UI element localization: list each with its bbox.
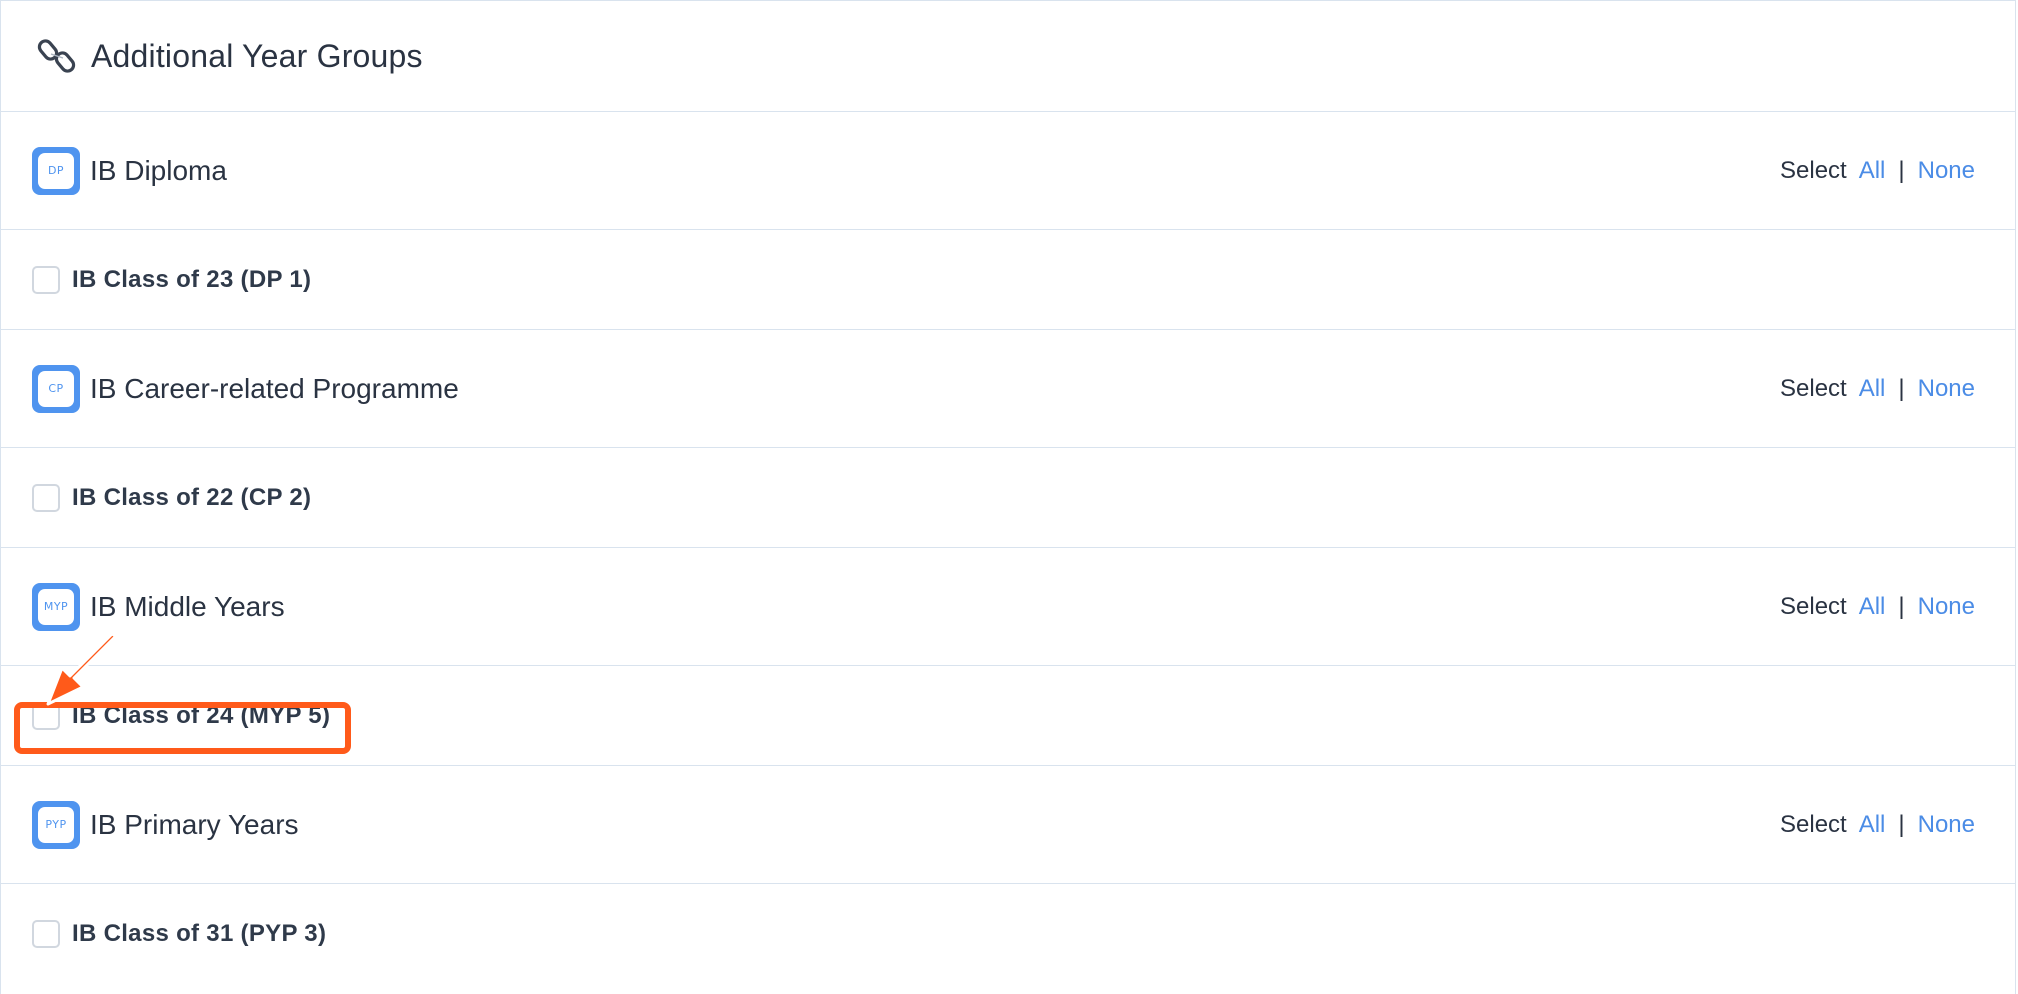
programme-row-diploma: DP IB Diploma Select All | None bbox=[1, 112, 2015, 230]
year-group-checkbox[interactable] bbox=[32, 920, 60, 948]
programme-name: IB Primary Years bbox=[90, 808, 299, 840]
select-label: Select bbox=[1780, 592, 1847, 620]
select-all-link[interactable]: All bbox=[1859, 593, 1886, 621]
programme-name: IB Middle Years bbox=[90, 590, 285, 622]
select-controls: Select All | None bbox=[1780, 375, 1975, 403]
separator: | bbox=[1898, 810, 1905, 838]
separator: | bbox=[1898, 156, 1905, 184]
link-icon bbox=[37, 39, 76, 73]
select-controls: Select All | None bbox=[1780, 157, 1975, 185]
select-none-link[interactable]: None bbox=[1918, 375, 1975, 403]
select-controls: Select All | None bbox=[1780, 593, 1975, 621]
select-all-link[interactable]: All bbox=[1859, 375, 1886, 403]
year-group-row[interactable]: IB Class of 22 (CP 2) bbox=[1, 448, 2015, 548]
programme-row-middle-years: MYP IB Middle Years Select All | None bbox=[1, 548, 2015, 666]
year-group-row[interactable]: IB Class of 23 (DP 1) bbox=[1, 230, 2015, 330]
year-group-checkbox[interactable] bbox=[32, 701, 60, 730]
pyp-badge-icon: PYP bbox=[32, 800, 80, 849]
year-group-label[interactable]: IB Class of 31 (PYP 3) bbox=[72, 920, 326, 948]
programme-name: IB Career-related Programme bbox=[90, 372, 459, 404]
select-label: Select bbox=[1780, 374, 1847, 402]
select-label: Select bbox=[1780, 156, 1847, 184]
year-group-row[interactable]: IB Class of 24 (MYP 5) bbox=[1, 666, 2015, 766]
additional-year-groups-panel: Additional Year Groups DP IB Diploma Sel… bbox=[0, 0, 2016, 994]
select-label: Select bbox=[1780, 810, 1847, 838]
select-all-link[interactable]: All bbox=[1859, 157, 1886, 185]
dp-badge-icon: DP bbox=[32, 146, 80, 195]
year-group-checkbox[interactable] bbox=[32, 265, 60, 294]
myp-badge-icon: MYP bbox=[32, 582, 80, 631]
programme-row-primary-years: PYP IB Primary Years Select All | None bbox=[1, 766, 2015, 884]
select-none-link[interactable]: None bbox=[1918, 593, 1975, 621]
year-group-label[interactable]: IB Class of 23 (DP 1) bbox=[72, 266, 311, 294]
programme-row-career: CP IB Career-related Programme Select Al… bbox=[1, 330, 2015, 448]
page-title: Additional Year Groups bbox=[91, 37, 423, 74]
separator: | bbox=[1898, 592, 1905, 620]
separator: | bbox=[1898, 374, 1905, 402]
year-group-row[interactable]: IB Class of 31 (PYP 3) bbox=[1, 884, 2015, 984]
panel-header: Additional Year Groups bbox=[1, 1, 2015, 112]
cp-badge-icon: CP bbox=[32, 364, 80, 413]
year-group-label[interactable]: IB Class of 22 (CP 2) bbox=[72, 484, 311, 512]
select-none-link[interactable]: None bbox=[1918, 811, 1975, 839]
programme-name: IB Diploma bbox=[90, 154, 227, 186]
year-group-checkbox[interactable] bbox=[32, 483, 60, 512]
year-group-label[interactable]: IB Class of 24 (MYP 5) bbox=[72, 702, 330, 730]
select-all-link[interactable]: All bbox=[1859, 811, 1886, 839]
select-none-link[interactable]: None bbox=[1918, 157, 1975, 185]
select-controls: Select All | None bbox=[1780, 811, 1975, 839]
